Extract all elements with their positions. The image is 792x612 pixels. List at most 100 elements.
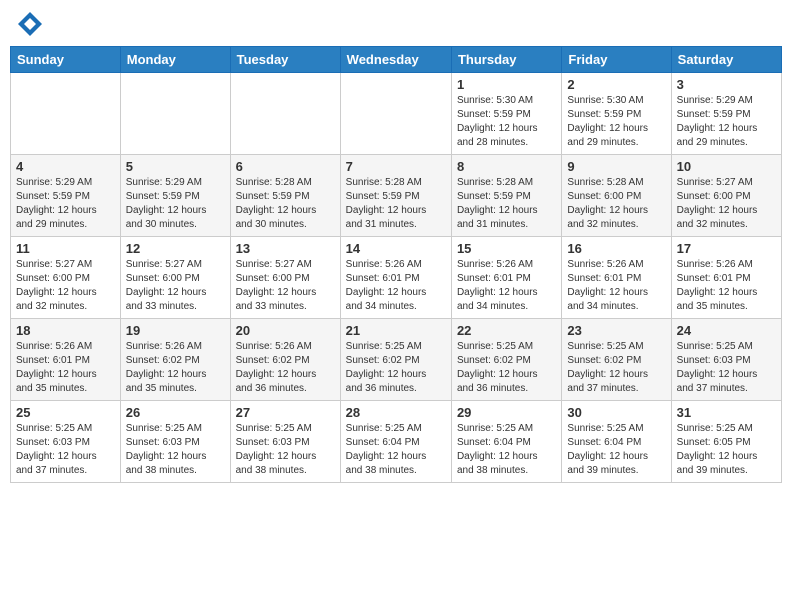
- day-info: Sunrise: 5:25 AM Sunset: 6:03 PM Dayligh…: [236, 422, 335, 478]
- col-header-thursday: Thursday: [451, 47, 561, 73]
- table-row: 26Sunrise: 5:25 AM Sunset: 6:03 PM Dayli…: [120, 401, 230, 483]
- day-info: Sunrise: 5:28 AM Sunset: 6:00 PM Dayligh…: [567, 176, 665, 232]
- table-row: 12 Sunrise: 5:27 AM Sunset: 6:00 PM Dayli…: [120, 237, 230, 319]
- day-number: 28: [346, 405, 446, 420]
- day-number: 7: [346, 159, 446, 174]
- calendar-week-row: 11 Sunrise: 5:27 AM Sunset: 6:00 PM Dayli…: [11, 237, 782, 319]
- day-number: 15: [457, 241, 556, 256]
- table-row: [340, 73, 451, 155]
- calendar-week-row: 4 Sunrise: 5:29 AM Sunset: 5:59 PM Daylig…: [11, 155, 782, 237]
- day-number: 23: [567, 323, 665, 338]
- table-row: 27 Sunrise: 5:25 AM Sunset: 6:03 PM Dayli…: [230, 401, 340, 483]
- day-info: Sunrise: 5:25 AM Sunset: 6:03 PM Dayligh…: [16, 422, 115, 478]
- day-info: Sunrise: 5:25 AM Sunset: 6:03 PM Dayligh…: [677, 340, 776, 396]
- day-info: Sunrise: 5:28 AM Sunset: 5:59 PM Dayligh…: [236, 176, 335, 232]
- day-number: 4: [16, 159, 115, 174]
- col-header-wednesday: Wednesday: [340, 47, 451, 73]
- table-row: 25 Sunrise: 5:25 AM Sunset: 6:03 PM Dayli…: [11, 401, 121, 483]
- logo-icon: [16, 10, 44, 38]
- table-row: 3 Sunrise: 5:29 AM Sunset: 5:59 PM Daylig…: [671, 73, 781, 155]
- table-row: 11 Sunrise: 5:27 AM Sunset: 6:00 PM Dayli…: [11, 237, 121, 319]
- day-info: Sunrise: 5:25 AM Sunset: 6:05 PM Dayligh…: [677, 422, 776, 478]
- day-info: Sunrise: 5:25 AM Sunset: 6:04 PM Dayligh…: [346, 422, 446, 478]
- table-row: 31 Sunrise: 5:25 AM Sunset: 6:05 PM Dayli…: [671, 401, 781, 483]
- day-info: Sunrise: 5:26 AM Sunset: 6:01 PM Dayligh…: [567, 258, 665, 314]
- day-number: 18: [16, 323, 115, 338]
- day-number: 22: [457, 323, 556, 338]
- table-row: 2Sunrise: 5:30 AM Sunset: 5:59 PM Daylig…: [562, 73, 671, 155]
- table-row: 7 Sunrise: 5:28 AM Sunset: 5:59 PM Daylig…: [340, 155, 451, 237]
- table-row: 10 Sunrise: 5:27 AM Sunset: 6:00 PM Dayli…: [671, 155, 781, 237]
- table-row: 1 Sunrise: 5:30 AM Sunset: 5:59 PM Daylig…: [451, 73, 561, 155]
- day-number: 25: [16, 405, 115, 420]
- day-number: 31: [677, 405, 776, 420]
- col-header-monday: Monday: [120, 47, 230, 73]
- day-number: 20: [236, 323, 335, 338]
- day-info: Sunrise: 5:26 AM Sunset: 6:01 PM Dayligh…: [16, 340, 115, 396]
- day-number: 6: [236, 159, 335, 174]
- table-row: 14 Sunrise: 5:26 AM Sunset: 6:01 PM Dayli…: [340, 237, 451, 319]
- day-info: Sunrise: 5:25 AM Sunset: 6:03 PM Dayligh…: [126, 422, 225, 478]
- day-info: Sunrise: 5:25 AM Sunset: 6:04 PM Dayligh…: [457, 422, 556, 478]
- col-header-saturday: Saturday: [671, 47, 781, 73]
- calendar-week-row: 1 Sunrise: 5:30 AM Sunset: 5:59 PM Daylig…: [11, 73, 782, 155]
- day-info: Sunrise: 5:28 AM Sunset: 5:59 PM Dayligh…: [457, 176, 556, 232]
- day-number: 11: [16, 241, 115, 256]
- day-info: Sunrise: 5:28 AM Sunset: 5:59 PM Dayligh…: [346, 176, 446, 232]
- col-header-friday: Friday: [562, 47, 671, 73]
- table-row: 28 Sunrise: 5:25 AM Sunset: 6:04 PM Dayli…: [340, 401, 451, 483]
- table-row: 5Sunrise: 5:29 AM Sunset: 5:59 PM Daylig…: [120, 155, 230, 237]
- day-info: Sunrise: 5:27 AM Sunset: 6:00 PM Dayligh…: [236, 258, 335, 314]
- calendar-week-row: 18 Sunrise: 5:26 AM Sunset: 6:01 PM Dayli…: [11, 319, 782, 401]
- table-row: 23 Sunrise: 5:25 AM Sunset: 6:02 PM Dayli…: [562, 319, 671, 401]
- table-row: 4 Sunrise: 5:29 AM Sunset: 5:59 PM Daylig…: [11, 155, 121, 237]
- day-number: 17: [677, 241, 776, 256]
- table-row: 18 Sunrise: 5:26 AM Sunset: 6:01 PM Dayli…: [11, 319, 121, 401]
- table-row: 13 Sunrise: 5:27 AM Sunset: 6:00 PM Dayli…: [230, 237, 340, 319]
- day-info: Sunrise: 5:27 AM Sunset: 6:00 PM Dayligh…: [16, 258, 115, 314]
- day-info: Sunrise: 5:26 AM Sunset: 6:02 PM Dayligh…: [236, 340, 335, 396]
- day-number: 9: [567, 159, 665, 174]
- table-row: 21 Sunrise: 5:25 AM Sunset: 6:02 PM Dayli…: [340, 319, 451, 401]
- day-info: Sunrise: 5:26 AM Sunset: 6:02 PM Dayligh…: [126, 340, 225, 396]
- day-number: 3: [677, 77, 776, 92]
- table-row: [230, 73, 340, 155]
- day-info: Sunrise: 5:29 AM Sunset: 5:59 PM Dayligh…: [677, 94, 776, 150]
- table-row: 8 Sunrise: 5:28 AM Sunset: 5:59 PM Daylig…: [451, 155, 561, 237]
- page-header: [10, 10, 782, 38]
- day-number: 12: [126, 241, 225, 256]
- table-row: [120, 73, 230, 155]
- day-number: 10: [677, 159, 776, 174]
- day-info: Sunrise: 5:29 AM Sunset: 5:59 PM Dayligh…: [16, 176, 115, 232]
- calendar-header-row: SundayMondayTuesdayWednesdayThursdayFrid…: [11, 47, 782, 73]
- table-row: 29Sunrise: 5:25 AM Sunset: 6:04 PM Dayli…: [451, 401, 561, 483]
- calendar-table: SundayMondayTuesdayWednesdayThursdayFrid…: [10, 46, 782, 483]
- day-number: 14: [346, 241, 446, 256]
- table-row: 24Sunrise: 5:25 AM Sunset: 6:03 PM Dayli…: [671, 319, 781, 401]
- table-row: 17Sunrise: 5:26 AM Sunset: 6:01 PM Dayli…: [671, 237, 781, 319]
- day-info: Sunrise: 5:25 AM Sunset: 6:02 PM Dayligh…: [457, 340, 556, 396]
- table-row: 20 Sunrise: 5:26 AM Sunset: 6:02 PM Dayli…: [230, 319, 340, 401]
- table-row: [11, 73, 121, 155]
- day-number: 16: [567, 241, 665, 256]
- day-info: Sunrise: 5:25 AM Sunset: 6:02 PM Dayligh…: [567, 340, 665, 396]
- day-number: 30: [567, 405, 665, 420]
- day-info: Sunrise: 5:27 AM Sunset: 6:00 PM Dayligh…: [677, 176, 776, 232]
- day-number: 5: [126, 159, 225, 174]
- logo: [14, 10, 44, 38]
- day-info: Sunrise: 5:25 AM Sunset: 6:02 PM Dayligh…: [346, 340, 446, 396]
- day-number: 13: [236, 241, 335, 256]
- day-info: Sunrise: 5:27 AM Sunset: 6:00 PM Dayligh…: [126, 258, 225, 314]
- day-number: 8: [457, 159, 556, 174]
- day-number: 21: [346, 323, 446, 338]
- table-row: 16 Sunrise: 5:26 AM Sunset: 6:01 PM Dayli…: [562, 237, 671, 319]
- day-number: 1: [457, 77, 556, 92]
- day-info: Sunrise: 5:26 AM Sunset: 6:01 PM Dayligh…: [346, 258, 446, 314]
- table-row: 6 Sunrise: 5:28 AM Sunset: 5:59 PM Daylig…: [230, 155, 340, 237]
- col-header-sunday: Sunday: [11, 47, 121, 73]
- day-info: Sunrise: 5:25 AM Sunset: 6:04 PM Dayligh…: [567, 422, 665, 478]
- day-info: Sunrise: 5:26 AM Sunset: 6:01 PM Dayligh…: [457, 258, 556, 314]
- day-info: Sunrise: 5:30 AM Sunset: 5:59 PM Dayligh…: [457, 94, 556, 150]
- day-number: 27: [236, 405, 335, 420]
- calendar-week-row: 25 Sunrise: 5:25 AM Sunset: 6:03 PM Dayli…: [11, 401, 782, 483]
